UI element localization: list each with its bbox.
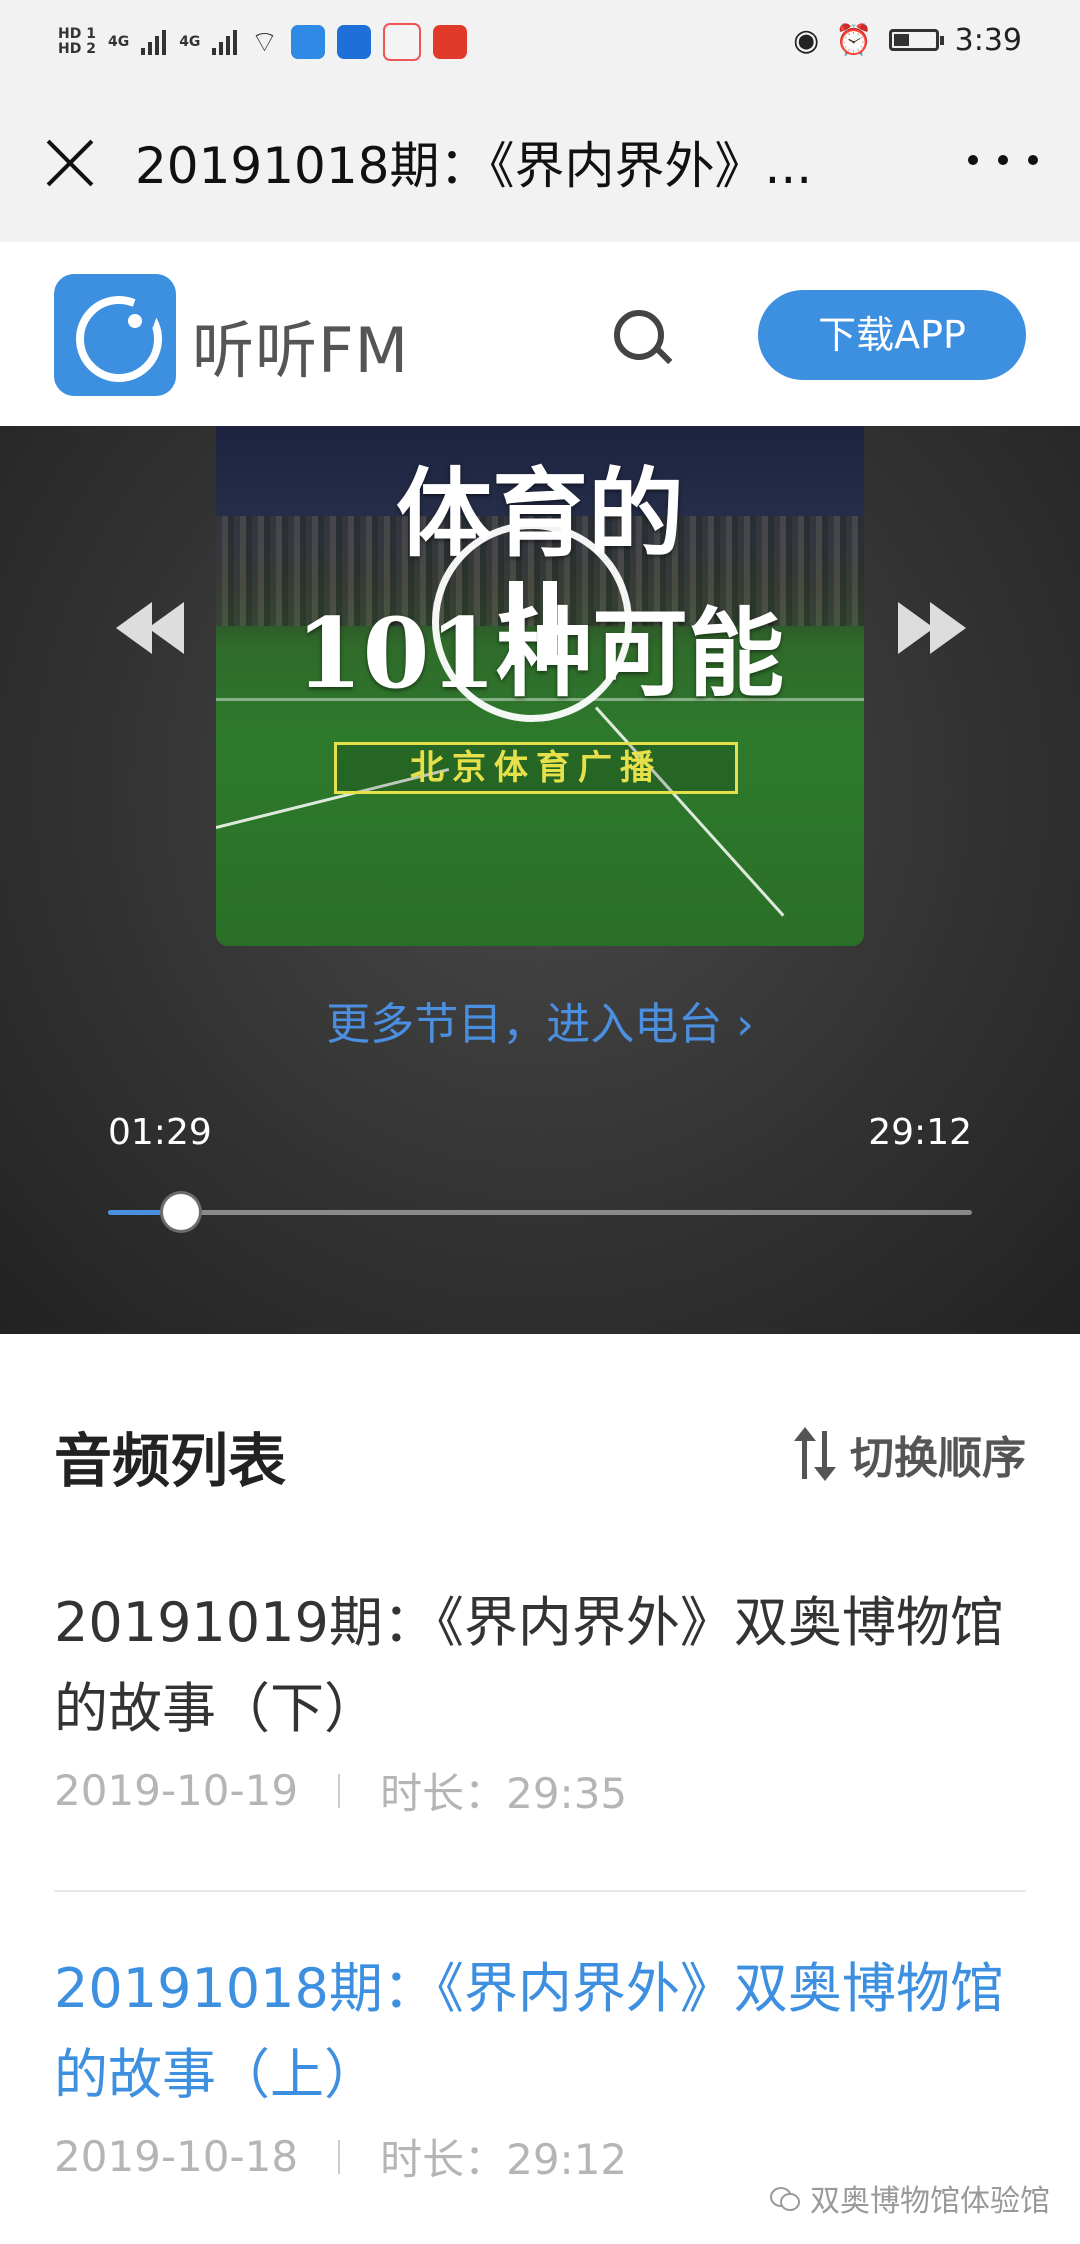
rewind-icon-part bbox=[148, 602, 184, 654]
cover-station-badge: 北京体育广播 bbox=[334, 742, 738, 794]
list-item[interactable]: 20191018期：《界内界外》双奥博物馆的故事（上） 2019-10-18 时… bbox=[54, 1946, 1026, 2187]
clock-time: 3:39 bbox=[954, 22, 1022, 58]
toggle-order-button[interactable]: 切换顺序 bbox=[794, 1422, 1026, 1486]
list-item[interactable]: 20191019期：《界内界外》双奥博物馆的故事（下） 2019-10-19 时… bbox=[54, 1580, 1026, 1821]
fast-forward-icon bbox=[898, 602, 934, 654]
pitch-line bbox=[594, 706, 785, 917]
audio-player: 体育的 101种可能 北京体育广播 更多节目，进入电台 › 01:29 29:1… bbox=[0, 426, 1080, 1334]
app-header: 听听FM 下载APP bbox=[0, 242, 1080, 426]
signal-strength-icon bbox=[212, 29, 238, 55]
eye-comfort-icon: ◉ bbox=[793, 22, 820, 58]
battery-icon bbox=[888, 29, 944, 51]
news-app-icon bbox=[432, 25, 467, 59]
app-notification-icon bbox=[290, 25, 325, 59]
rewind-button[interactable] bbox=[110, 592, 200, 662]
watermark-text: 双奥博物馆体验馆 bbox=[810, 2184, 1050, 2219]
elapsed-time: 01:29 bbox=[108, 1112, 212, 1153]
app-logo[interactable] bbox=[54, 274, 176, 396]
wechat-icon bbox=[770, 2185, 800, 2211]
more-programs-link[interactable]: 更多节目，进入电台 › bbox=[0, 988, 1080, 1052]
brand-name: 听听FM bbox=[192, 314, 410, 387]
episode-meta: 2019-10-19 时长：29:35 bbox=[54, 1760, 1026, 1821]
episode-length: 时长：29:35 bbox=[380, 1769, 628, 1818]
audio-list-heading: 音频列表 bbox=[54, 1427, 287, 1495]
page-title: 20191018期：《界内界外》... bbox=[135, 137, 813, 195]
fast-forward-icon-part bbox=[930, 602, 966, 654]
network-type-1: 4G bbox=[107, 34, 130, 50]
shield-icon bbox=[336, 25, 371, 59]
status-right-icons: ◉ ⏰ 3:39 bbox=[793, 18, 1022, 62]
episode-date: 2019-10-18 bbox=[54, 2132, 299, 2181]
episode-title[interactable]: 20191019期：《界内界外》双奥博物馆的故事（下） bbox=[54, 1580, 1026, 1752]
logo-dot bbox=[128, 314, 142, 328]
download-app-button[interactable]: 下载APP bbox=[758, 290, 1026, 380]
hd1-label: HD 1 bbox=[58, 26, 96, 42]
pause-icon-bar bbox=[543, 581, 557, 665]
close-icon[interactable] bbox=[42, 134, 98, 190]
search-icon[interactable] bbox=[614, 310, 673, 365]
map-pin-icon bbox=[382, 23, 421, 61]
wifi-icon: ⌔ bbox=[250, 25, 279, 60]
logo-ring-icon bbox=[76, 296, 162, 382]
episode-title[interactable]: 20191018期：《界内界外》双奥博物馆的故事（上） bbox=[54, 1946, 1026, 2118]
rewind-icon bbox=[116, 602, 152, 654]
watermark: 双奥博物馆体验馆 bbox=[770, 2176, 1050, 2220]
episode-length: 时长：29:12 bbox=[380, 2135, 628, 2184]
hd-indicator: HD 1 HD 2 bbox=[58, 27, 96, 57]
status-bar: HD 1 HD 2 4G 4G ⌔ ◉ ⏰ 3:39 bbox=[0, 0, 1080, 82]
pause-button[interactable] bbox=[432, 522, 632, 722]
more-options-icon[interactable] bbox=[968, 140, 1038, 180]
signal-strength-icon bbox=[141, 29, 167, 55]
toggle-order-label: 切换顺序 bbox=[850, 1433, 1026, 1484]
browser-title-bar: 20191018期：《界内界外》... bbox=[0, 82, 1080, 242]
alarm-icon: ⏰ bbox=[835, 22, 873, 58]
hd2-label: HD 2 bbox=[58, 41, 96, 57]
status-left-icons: HD 1 HD 2 4G 4G ⌔ bbox=[58, 10, 467, 74]
fast-forward-button[interactable] bbox=[896, 592, 986, 662]
total-duration: 29:12 bbox=[868, 1112, 972, 1153]
divider bbox=[338, 1773, 341, 1808]
network-type-2: 4G bbox=[179, 34, 201, 50]
sort-icon bbox=[794, 1427, 836, 1481]
list-divider bbox=[54, 1890, 1026, 1892]
divider bbox=[338, 2139, 341, 2174]
progress-track[interactable] bbox=[108, 1194, 972, 1230]
episode-date: 2019-10-19 bbox=[54, 1766, 299, 1815]
progress-knob[interactable] bbox=[163, 1194, 200, 1230]
pause-icon bbox=[509, 581, 523, 665]
